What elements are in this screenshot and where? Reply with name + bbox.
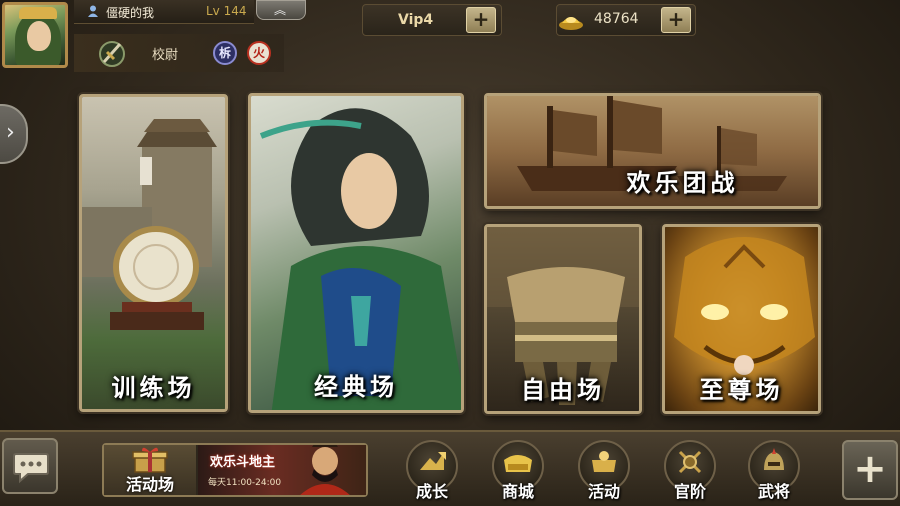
nav-shop-button[interactable]: 商城 (488, 440, 548, 502)
shop-icon (504, 455, 532, 472)
nav-activity-button[interactable]: 活动 (574, 440, 634, 502)
player-name: 僵硬的我 (106, 6, 155, 20)
nav-rank-button[interactable]: 官阶 (660, 440, 720, 502)
vip-plus-button[interactable]: + (466, 7, 496, 33)
user-icon (88, 5, 98, 17)
game-lobby: 僵硬的我 Lv 144 ︽ 校尉 柝 火 Vip4 + 48764 + › 训练… (0, 0, 900, 506)
wood-badge: 柝 (213, 41, 237, 65)
nav-growth-label: 成长 (415, 482, 448, 501)
player-name-bar: 僵硬的我 Lv 144 (74, 0, 254, 24)
activity-icon (592, 451, 616, 472)
more-plus-button[interactable]: + (842, 440, 898, 500)
team-battle-label: 欢乐团战 (626, 169, 739, 197)
gold-ingot-icon (559, 17, 583, 30)
event-arena-label: 活动场 (125, 475, 174, 494)
mode-card-team-battle[interactable]: 欢乐团战 (484, 93, 821, 209)
nav-shop-label: 商城 (501, 482, 534, 501)
sword-rank-icon (99, 41, 125, 67)
banner-time: 每天11:00-24:00 (208, 478, 282, 488)
mode-card-free[interactable]: 自由场 (484, 224, 642, 414)
expand-side-button[interactable]: › (0, 104, 28, 164)
chat-bubble-icon (13, 453, 49, 484)
nav-general-label: 武将 (757, 482, 790, 501)
rank-icon (678, 450, 702, 474)
chevron-up-icon: ︽ (274, 3, 287, 17)
player-avatar[interactable] (2, 2, 68, 68)
rank-title: 校尉 (152, 48, 179, 63)
nav-growth-button[interactable]: 成长 (402, 440, 462, 502)
nav-activity-label: 活动 (587, 482, 620, 501)
training-scene-art (82, 119, 217, 330)
free-label: 自由场 (521, 376, 605, 404)
fire-badge: 火 (247, 41, 271, 65)
banner-title: 欢乐斗地主 (210, 455, 276, 470)
vip-label: Vip4 (398, 12, 434, 28)
mode-card-supreme[interactable]: 至尊场 (662, 224, 821, 414)
classic-label: 经典场 (314, 373, 398, 401)
gold-amount: 48764 (594, 11, 639, 27)
mode-card-training[interactable]: 训练场 (79, 94, 228, 412)
player-level: Lv 144 (206, 4, 247, 18)
chat-button[interactable] (2, 438, 58, 494)
nav-rank-label: 官阶 (673, 482, 706, 501)
banner-character-art (300, 445, 350, 495)
general-icon (764, 448, 784, 470)
nav-general-button[interactable]: 武将 (744, 440, 804, 502)
warrior-portrait (259, 108, 461, 410)
mode-card-classic[interactable]: 经典场 (248, 93, 464, 413)
growth-icon (420, 452, 446, 470)
event-arena-button[interactable]: 活动场 (104, 445, 196, 495)
supreme-label: 至尊场 (699, 376, 784, 404)
avatar-face (27, 21, 51, 51)
chevron-right-icon: › (6, 120, 15, 145)
training-label: 训练场 (111, 374, 196, 402)
collapse-button[interactable]: ︽ (256, 0, 306, 20)
doudizhu-banner[interactable]: 欢乐斗地主 每天11:00-24:00 (198, 445, 366, 495)
gold-plus-button[interactable]: + (661, 7, 691, 33)
gift-box-icon (132, 447, 168, 473)
avatar-crown (19, 7, 57, 19)
